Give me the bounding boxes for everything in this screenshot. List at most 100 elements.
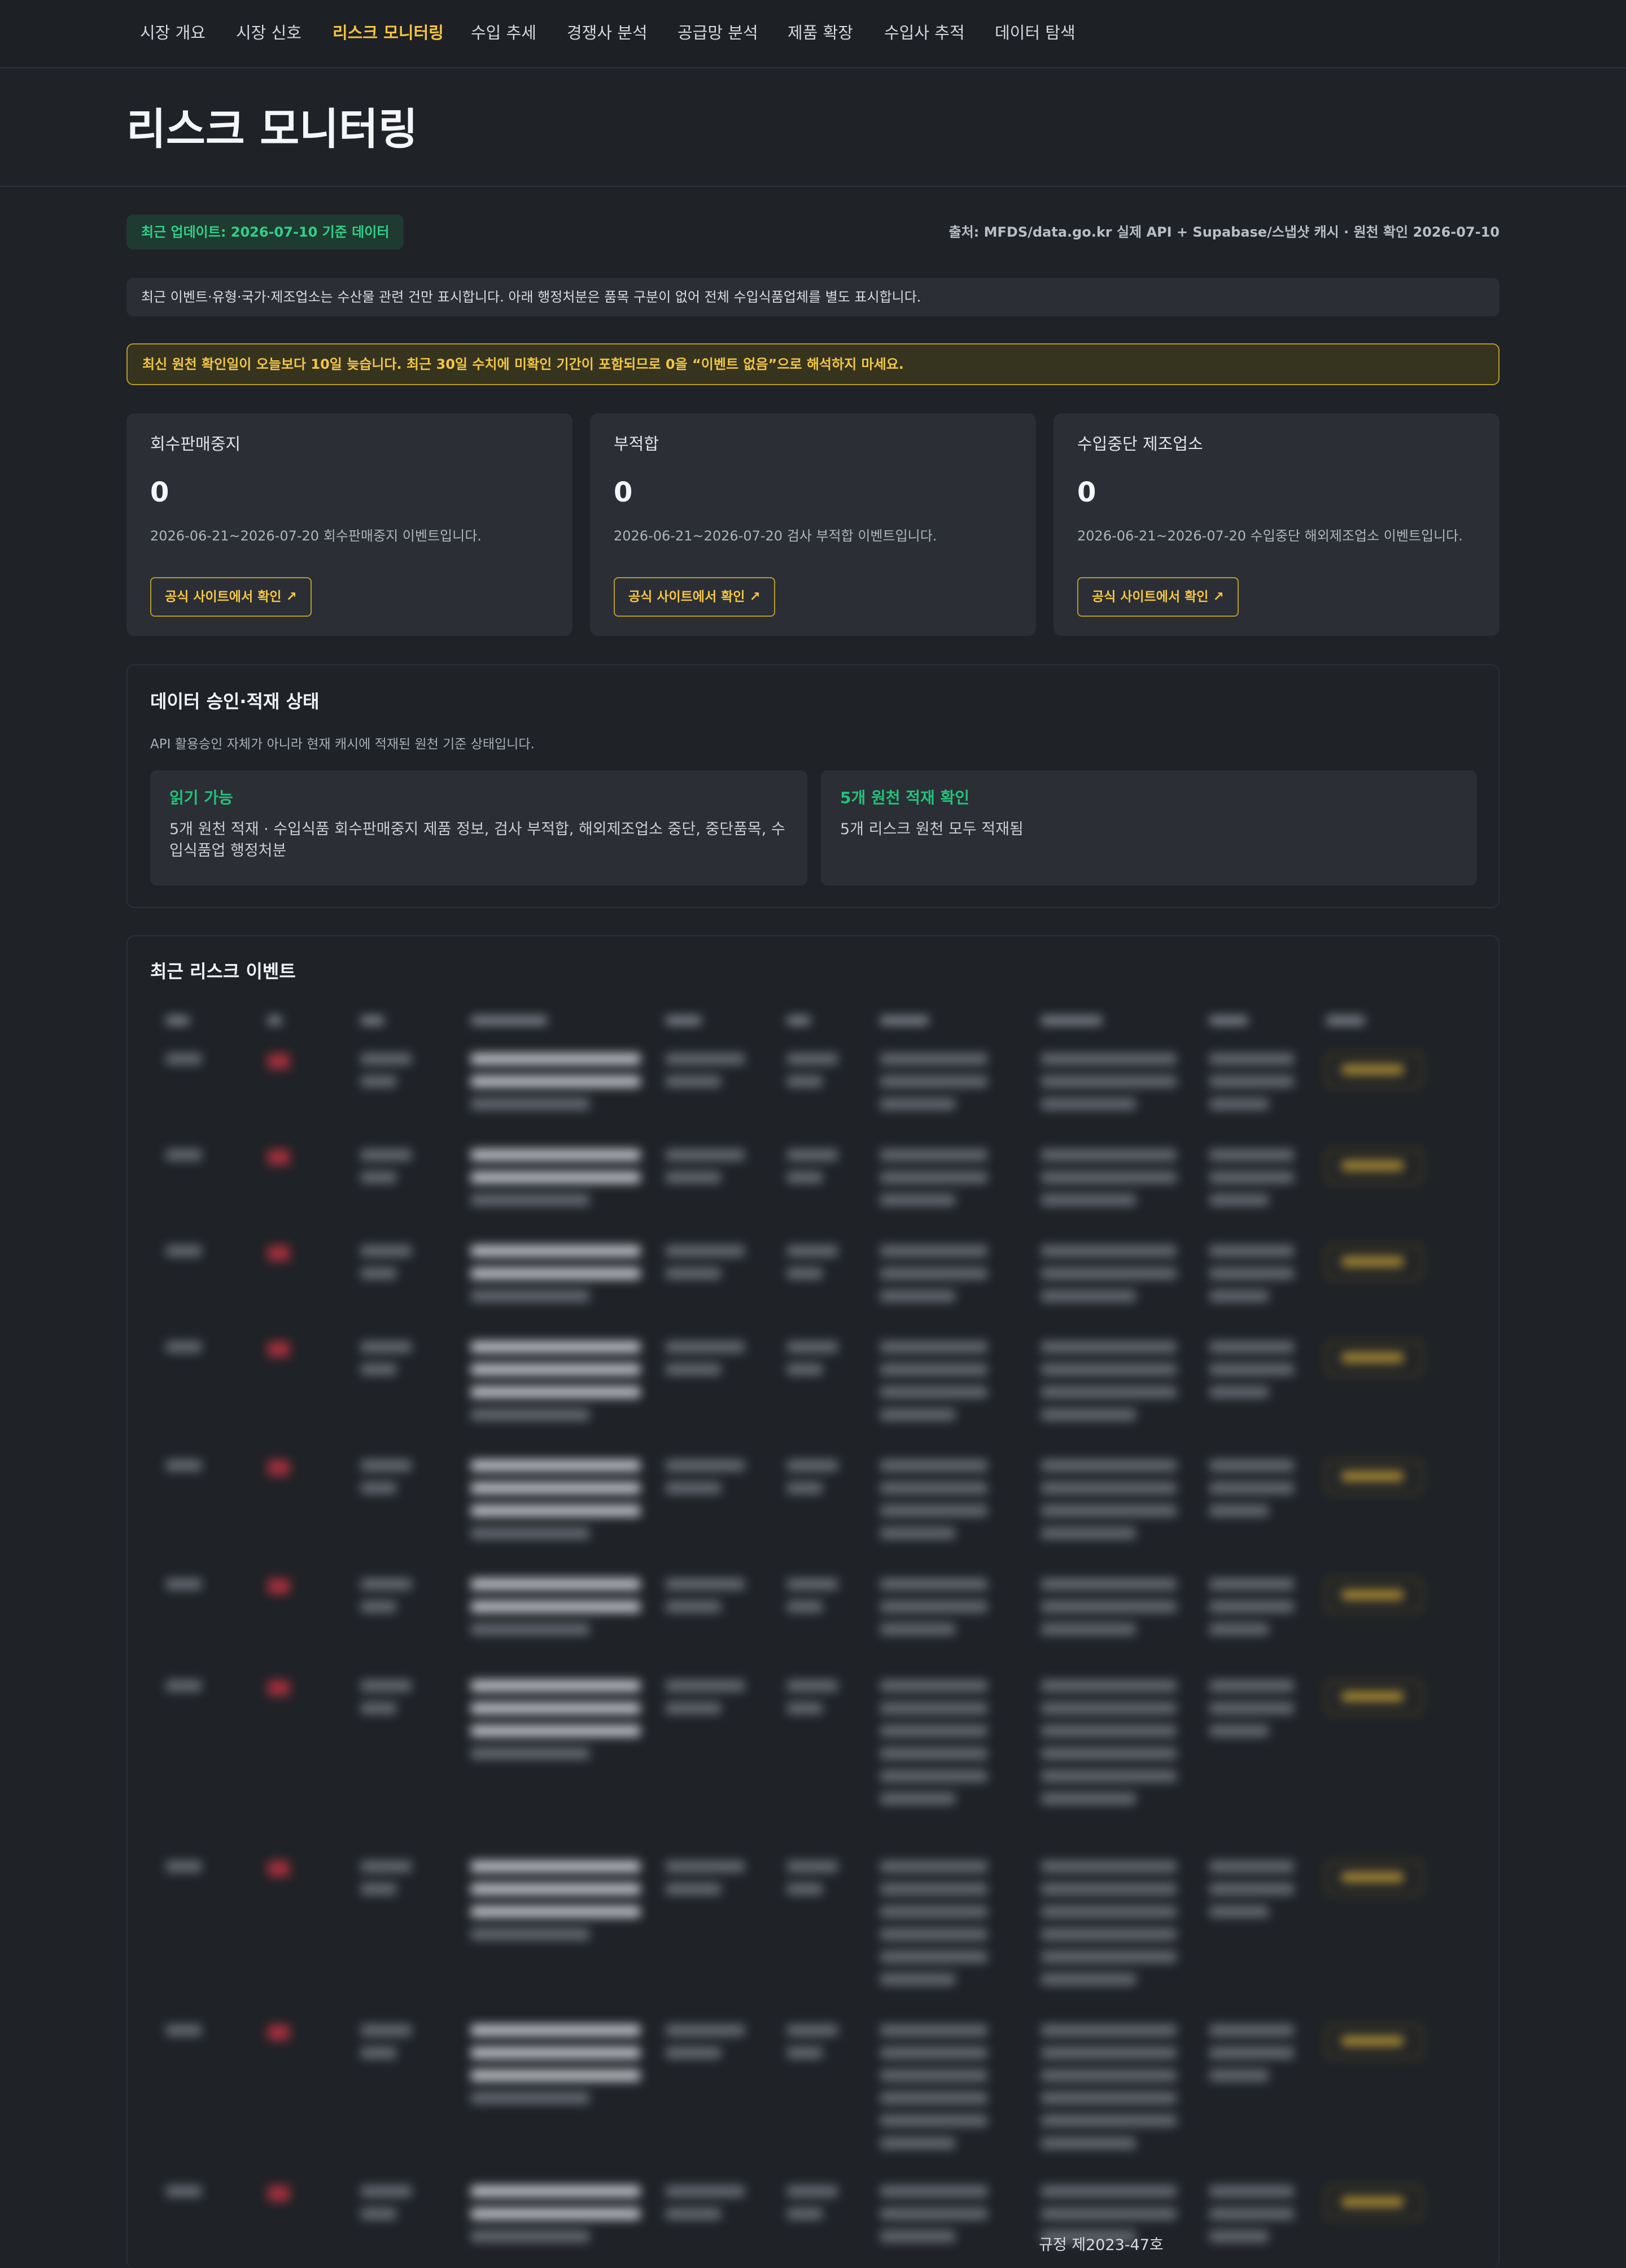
table-cell xyxy=(1326,1460,1422,1494)
table-cell xyxy=(361,1245,412,1257)
table-cell xyxy=(880,1680,987,1691)
table-cell xyxy=(1209,1624,1269,1635)
regulation-text: 규정 제2023-47호 xyxy=(1039,2236,1164,2254)
official-site-button[interactable]: 공식 사이트에서 확인 ↗ xyxy=(150,577,312,617)
official-site-button[interactable]: 공식 사이트에서 확인 ↗ xyxy=(1077,577,1239,617)
tab-data-explorer[interactable]: 데이터 탐색 xyxy=(995,21,1076,44)
table-cell xyxy=(666,1861,745,1872)
table-cell-button-label xyxy=(1341,2197,1404,2206)
table-cell xyxy=(1209,1245,1294,1257)
table-cell-button-label xyxy=(1341,1257,1404,1266)
table-cell xyxy=(166,1053,202,1065)
table-cell xyxy=(880,1974,955,1985)
table-cell xyxy=(880,1482,987,1494)
table-cell xyxy=(361,1341,412,1353)
table-cell xyxy=(361,1053,412,1065)
table-cell xyxy=(666,2047,721,2058)
table-cell xyxy=(1209,1725,1269,1737)
table-cell xyxy=(880,2025,987,2036)
table-cell xyxy=(666,2186,745,2197)
table-cell xyxy=(1209,1098,1269,1110)
table-cell xyxy=(880,1505,987,1516)
table-cell xyxy=(471,1680,640,1691)
table-cell xyxy=(666,1268,721,1279)
tab-product-expansion[interactable]: 제품 확장 xyxy=(788,21,853,44)
table-cell xyxy=(1041,2025,1177,2036)
table-cell xyxy=(880,1929,987,1940)
table-cell xyxy=(471,1578,640,1590)
table-cell xyxy=(880,1290,955,1302)
table-cell xyxy=(1041,1624,1136,1635)
table-cell xyxy=(166,2186,202,2197)
table-cell xyxy=(666,1680,745,1691)
table-cell xyxy=(1326,1680,1422,1714)
table-cell xyxy=(361,2186,412,2197)
table-cell xyxy=(1209,1194,1269,1206)
table-cell xyxy=(166,1341,202,1353)
table-cell xyxy=(1041,1770,1177,1782)
table-cell xyxy=(880,2208,987,2219)
table-cell xyxy=(880,2138,955,2149)
table-cell xyxy=(880,1268,987,1279)
table-cell xyxy=(880,1386,987,1398)
table-cell xyxy=(880,2186,987,2197)
table-cell xyxy=(471,1883,640,1895)
table-cell xyxy=(880,1725,987,1737)
table-cell xyxy=(1041,1172,1177,1183)
table-cell xyxy=(666,1245,745,1257)
table-cell xyxy=(1041,1341,1177,1353)
table-cell xyxy=(880,1364,987,1375)
table-cell xyxy=(268,2186,290,2201)
table-cell xyxy=(471,2186,640,2197)
table-cell xyxy=(471,1364,640,1375)
card-desc: 2026-06-21~2026-07-20 회수판매중지 이벤트입니다. xyxy=(150,528,482,544)
table-cell xyxy=(361,1601,396,1612)
table-cell xyxy=(268,2025,290,2040)
card-title: 회수판매중지 xyxy=(150,434,241,453)
tab-market-signals[interactable]: 시장 신호 xyxy=(236,21,301,44)
table-cell xyxy=(880,1053,987,1065)
table-cell xyxy=(1041,1505,1177,1516)
table-cell xyxy=(1041,2047,1177,2058)
table-cell xyxy=(1041,1601,1177,1612)
table-cell xyxy=(787,1883,823,1895)
card-desc: 2026-06-21~2026-07-20 수입중단 해외제조업소 이벤트입니다… xyxy=(1077,528,1463,544)
table-cell xyxy=(880,1528,955,1539)
tab-competitor-analysis[interactable]: 경쟁사 분석 xyxy=(567,21,648,44)
table-cell xyxy=(880,2070,987,2081)
table-cell xyxy=(166,1460,202,1471)
info-note: 최근 이벤트·유형·국가·제조업소는 수산물 관련 건만 표시합니다. 아래 행… xyxy=(126,278,1500,316)
table-cell xyxy=(471,1861,640,1872)
table-cell xyxy=(1209,1290,1269,1302)
table-cell-button-label xyxy=(1341,1590,1404,1599)
table-cell xyxy=(880,1460,987,1471)
table-cell xyxy=(361,1172,396,1183)
table-cell xyxy=(1209,2231,1269,2242)
card-title: 부적합 xyxy=(614,434,659,453)
tab-market-overview[interactable]: 시장 개요 xyxy=(140,21,206,44)
recall-card: 회수판매중지 0 2026-06-21~2026-07-20 회수판매중지 이벤… xyxy=(126,413,572,636)
table-cell xyxy=(268,1341,290,1357)
table-cell xyxy=(880,1951,987,1962)
official-site-button[interactable]: 공식 사이트에서 확인 ↗ xyxy=(614,577,775,617)
table-cell xyxy=(1209,1680,1294,1691)
table-cell xyxy=(880,2231,955,2242)
table-cell xyxy=(361,1703,396,1714)
table-cell xyxy=(787,2025,838,2036)
table-cell xyxy=(471,1528,589,1539)
table-cell xyxy=(880,1793,955,1804)
table-cell xyxy=(666,1883,721,1895)
tab-risk-monitoring[interactable]: 리스크 모니터링 xyxy=(333,21,444,44)
tab-importer-tracking[interactable]: 수입사 추적 xyxy=(884,21,965,44)
table-cell xyxy=(666,1364,721,1375)
tab-import-trends[interactable]: 수입 추세 xyxy=(471,21,536,44)
tab-supply-chain[interactable]: 공급망 분석 xyxy=(678,21,758,44)
table-cell xyxy=(166,1245,202,1257)
table-cell xyxy=(361,1578,412,1590)
table-cell xyxy=(787,1149,838,1161)
table-cell xyxy=(268,1245,290,1261)
table-cell xyxy=(880,1341,987,1353)
table-cell xyxy=(1041,1725,1177,1737)
table-cell xyxy=(361,2047,396,2058)
table-cell xyxy=(471,1172,640,1183)
